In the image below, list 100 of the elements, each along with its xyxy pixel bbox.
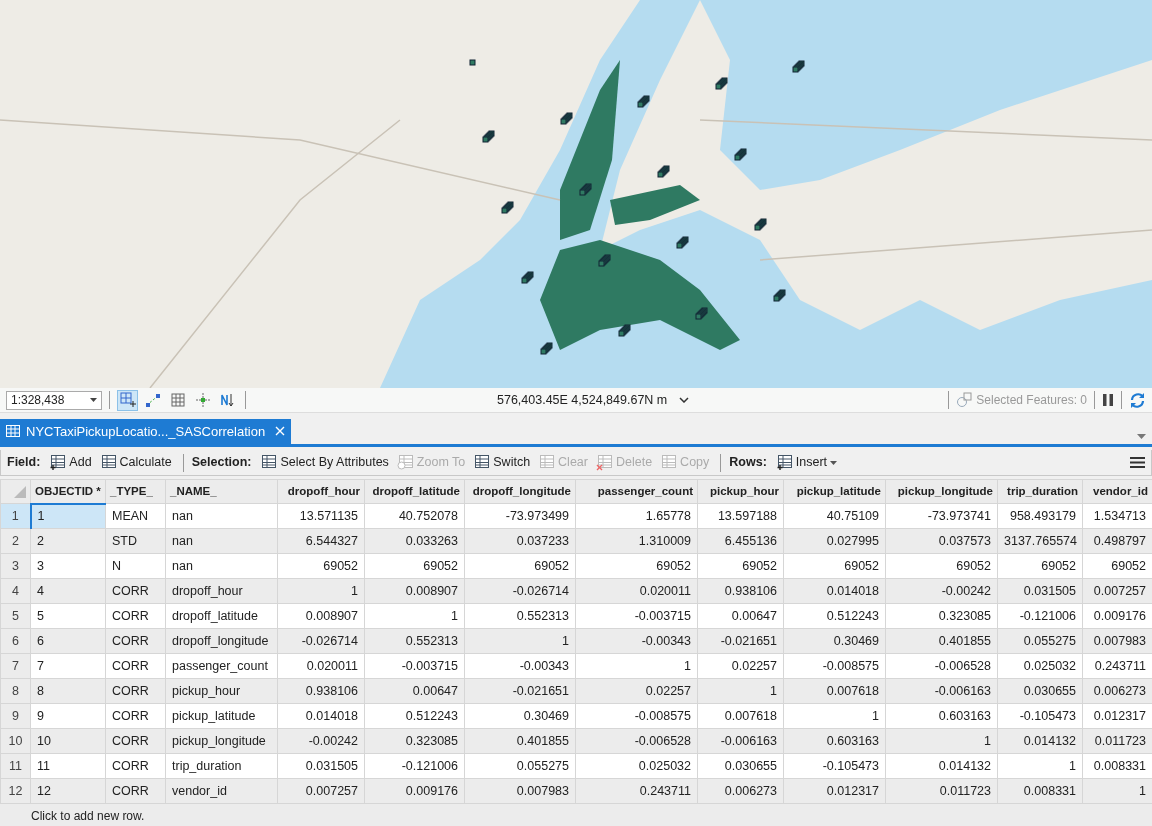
table-cell: 69052 (783, 553, 886, 579)
table-cell: -0.105473 (783, 753, 886, 779)
table-cell: -0.00242 (885, 578, 998, 604)
table-cell: 0.552313 (464, 603, 576, 629)
column-header[interactable]: pickup_longitude (885, 479, 998, 504)
table-cell: 0.007618 (783, 678, 886, 704)
table-cell: MEAN (105, 503, 166, 529)
table-cell: 1 (885, 728, 998, 754)
menu-icon[interactable] (1130, 456, 1145, 469)
refresh-icon[interactable] (1129, 391, 1146, 409)
table-cell: 69052 (364, 553, 465, 579)
table-cell: -0.026714 (464, 578, 576, 604)
column-header[interactable]: OBJECTID * (30, 479, 106, 504)
table-cell: 0.02257 (697, 653, 784, 679)
column-header[interactable]: dropoff_latitude (364, 479, 465, 504)
toolbar-button[interactable]: Switch (470, 453, 534, 472)
table-cell: 0.020011 (277, 653, 365, 679)
column-header[interactable]: dropoff_longitude (464, 479, 576, 504)
table-cell: 1 (783, 703, 886, 729)
scale-dropdown[interactable]: 1:328,438 (6, 390, 102, 410)
row-number[interactable]: 6 (0, 628, 31, 654)
row-number[interactable]: 12 (0, 778, 31, 804)
table-cell: 11 (30, 753, 106, 779)
column-header[interactable]: pickup_latitude (783, 479, 886, 504)
table-tab[interactable]: NYCTaxiPickupLocatio..._SASCorrelation (0, 418, 292, 444)
table-cell: -0.008575 (575, 703, 698, 729)
table-select-icon (260, 454, 278, 471)
table-icon (6, 425, 20, 438)
toolbar-button[interactable]: Insert (772, 453, 841, 472)
table-cell: CORR (105, 753, 166, 779)
toolbar-button[interactable]: Calculate (96, 453, 175, 472)
column-header[interactable]: dropoff_hour (277, 479, 365, 504)
row-number[interactable]: 10 (0, 728, 31, 754)
table-cell: pickup_hour (165, 678, 278, 704)
row-number[interactable]: 1 (0, 503, 31, 529)
column-header[interactable]: _TYPE_ (105, 479, 166, 504)
add-row-hint[interactable]: Click to add new row. (0, 804, 1152, 826)
crosshair-icon (194, 392, 211, 408)
table-cell: nan (165, 553, 278, 579)
pause-icon[interactable] (1102, 393, 1114, 407)
grid-icon (169, 392, 186, 408)
table-cell: -0.006163 (885, 678, 998, 704)
table-cell: 0.323085 (885, 603, 998, 629)
table-cell: -0.006528 (575, 728, 698, 754)
row-number[interactable]: 8 (0, 678, 31, 704)
table-cell: -73.973499 (464, 503, 576, 529)
toolbar-button[interactable] (117, 389, 138, 411)
row-number[interactable]: 5 (0, 603, 31, 629)
dropdown-arrow-icon[interactable] (1137, 434, 1146, 439)
table-cell: 0.014132 (997, 728, 1083, 754)
row-number[interactable]: 7 (0, 653, 31, 679)
table-cell: 1 (697, 678, 784, 704)
table-cell: vendor_id (165, 778, 278, 804)
table-cell: 1 (575, 653, 698, 679)
table-cell: -0.105473 (997, 703, 1083, 729)
chevron-down-icon[interactable] (679, 397, 690, 403)
toolbar-button[interactable]: Select By Attributes (257, 453, 392, 472)
zoom-select-icon (956, 392, 973, 408)
toolbar-button[interactable]: Add (46, 453, 95, 472)
table-calculator-icon (99, 454, 117, 471)
table-cell: -0.121006 (364, 753, 465, 779)
table-cell: 13.597188 (697, 503, 784, 529)
table-cell: 7 (30, 653, 106, 679)
table-cell: 0.027995 (783, 528, 886, 554)
column-header[interactable]: _NAME_ (165, 479, 278, 504)
table-cell: 3137.765574 (997, 528, 1083, 554)
grid-plus-icon (119, 392, 136, 408)
table-cell: 0.401855 (464, 728, 576, 754)
table-cell: 40.75109 (783, 503, 886, 529)
table-cell: 958.493179 (997, 503, 1083, 529)
table-cell: 40.752078 (364, 503, 465, 529)
caret-icon (90, 398, 97, 402)
table-cell: 0.243711 (575, 778, 698, 804)
column-header[interactable]: pickup_hour (697, 479, 784, 504)
table-cell: 0.552313 (364, 628, 465, 654)
row-number[interactable]: 2 (0, 528, 31, 554)
north-arrow-icon (219, 392, 236, 408)
row-number[interactable]: 9 (0, 703, 31, 729)
table-cell: -0.003715 (575, 603, 698, 629)
row-number[interactable]: 11 (0, 753, 31, 779)
table-cell: 69052 (997, 553, 1083, 579)
column-header[interactable]: trip_duration (997, 479, 1083, 504)
table-cell: 0.00647 (364, 678, 465, 704)
table-cell: 5 (30, 603, 106, 629)
table-cell: 0.012317 (783, 778, 886, 804)
table-cell: 0.008907 (277, 603, 365, 629)
table-cell: 1 (277, 578, 365, 604)
close-icon[interactable] (275, 426, 286, 437)
table-cell: N (105, 553, 166, 579)
table-cell: dropoff_hour (165, 578, 278, 604)
group-label: Field: (7, 454, 41, 472)
table-cell: 0.008907 (364, 578, 465, 604)
column-header[interactable]: vendor_id (1082, 479, 1152, 504)
row-number[interactable]: 4 (0, 578, 31, 604)
row-number[interactable]: 3 (0, 553, 31, 579)
column-header[interactable]: passenger_count (575, 479, 698, 504)
table-cell: nan (165, 528, 278, 554)
table-cell: 0.014132 (885, 753, 998, 779)
table-cell: 6.544327 (277, 528, 365, 554)
table-cell: 0.037573 (885, 528, 998, 554)
